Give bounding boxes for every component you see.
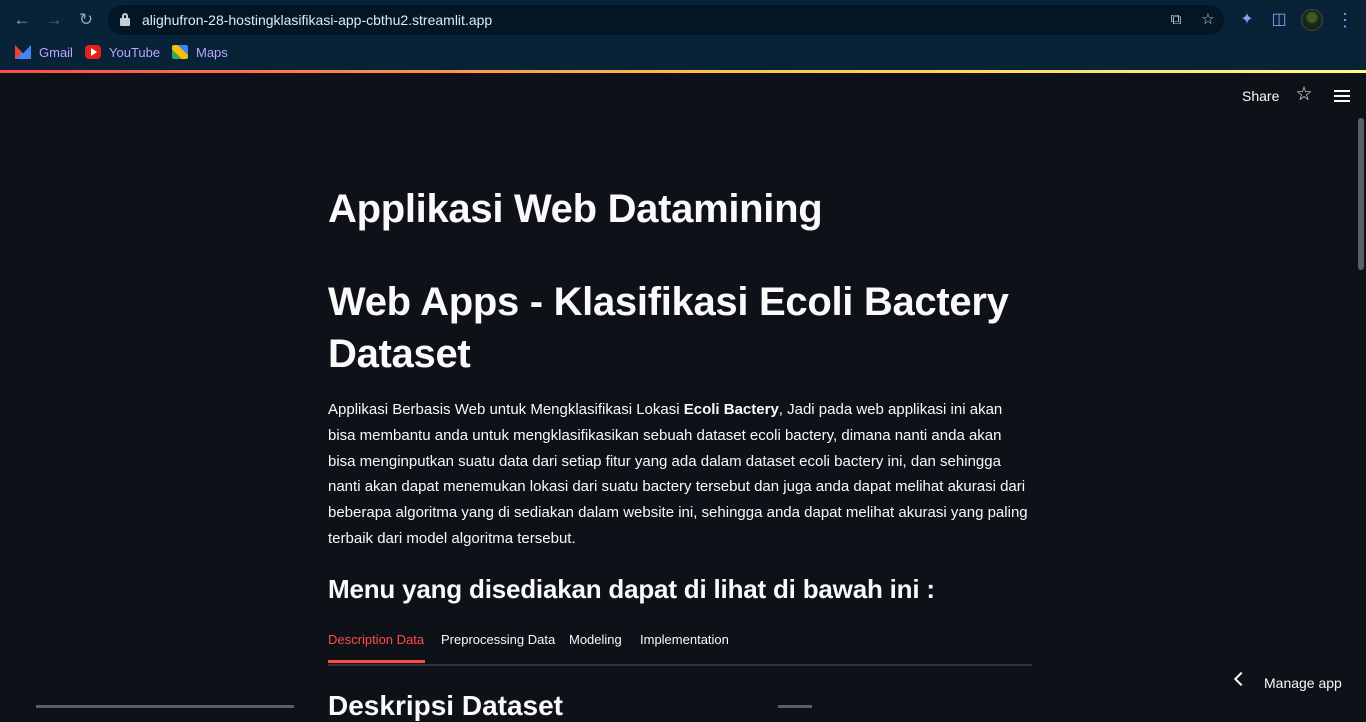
gmail-icon xyxy=(15,45,31,59)
bookmark-gmail[interactable]: Gmail xyxy=(15,41,73,63)
tab-implementation[interactable]: Implementation xyxy=(640,632,729,647)
extensions-puzzle-icon[interactable]: ✦ xyxy=(1236,9,1258,31)
bookmark-youtube[interactable]: YouTube xyxy=(85,41,160,63)
page-title: Applikasi Web Datamining xyxy=(328,187,823,231)
app-view: Share ☆ Applikasi Web Datamining Web App… xyxy=(0,73,1366,721)
browser-menu-icon[interactable]: ⋮ xyxy=(1336,10,1354,30)
description-paragraph: Applikasi Berbasis Web untuk Mengklasifi… xyxy=(328,397,1032,552)
bookmark-label: Maps xyxy=(196,44,228,60)
description-bold-term: Ecoli Bactery xyxy=(683,401,779,418)
maps-icon xyxy=(172,45,188,59)
share-button[interactable]: Share xyxy=(1242,88,1279,104)
tab-modeling[interactable]: Modeling xyxy=(569,632,622,647)
chevron-left-icon xyxy=(1233,671,1249,687)
description-text: , Jadi pada web applikasi ini akan bisa … xyxy=(328,401,1028,547)
page-subtitle: Web Apps - Klasifikasi Ecoli Bactery Dat… xyxy=(328,280,1009,376)
url-text[interactable]: alighufron-28-hostingklasifikasi-app-cbt… xyxy=(142,12,492,28)
side-panel-icon[interactable]: ◫ xyxy=(1268,9,1290,31)
section-heading: Deskripsi Dataset xyxy=(328,690,564,721)
bookmark-star-icon[interactable]: ☆ xyxy=(1198,10,1218,30)
active-tab-indicator xyxy=(328,660,425,663)
back-arrow-icon[interactable]: ← xyxy=(10,8,34,32)
forward-arrow-icon[interactable]: → xyxy=(42,8,66,32)
main-menu-icon[interactable] xyxy=(1334,90,1350,102)
tab-description-data[interactable]: Description Data xyxy=(328,632,424,647)
bookmark-maps[interactable]: Maps xyxy=(172,41,228,63)
bookmark-label: Gmail xyxy=(39,44,73,60)
description-text: Applikasi Berbasis Web untuk Mengklasifi… xyxy=(328,401,684,418)
manage-app-button[interactable]: Manage app xyxy=(1222,669,1362,699)
browser-chrome: ← → ↻ alighufron-28-hostingklasifikasi-a… xyxy=(0,0,1366,72)
menu-heading: Menu yang disediakan dapat di lihat di b… xyxy=(328,574,935,604)
bookmark-label: YouTube xyxy=(109,44,161,60)
address-bar[interactable]: alighufron-28-hostingklasifikasi-app-cbt… xyxy=(108,5,1224,35)
lock-icon xyxy=(120,13,130,26)
share-page-icon[interactable]: ⧉ xyxy=(1166,10,1186,30)
tab-divider xyxy=(328,664,1032,666)
tab-bar: Description Data Preprocessing Data Mode… xyxy=(328,629,1032,666)
vertical-scrollbar[interactable] xyxy=(1358,118,1364,270)
tab-preprocessing-data[interactable]: Preprocessing Data xyxy=(441,632,555,647)
favorite-star-icon[interactable]: ☆ xyxy=(1293,84,1315,106)
manage-app-label: Manage app xyxy=(1264,675,1342,691)
youtube-icon xyxy=(85,45,101,59)
reload-icon[interactable]: ↻ xyxy=(74,8,98,32)
profile-avatar[interactable] xyxy=(1301,9,1323,31)
